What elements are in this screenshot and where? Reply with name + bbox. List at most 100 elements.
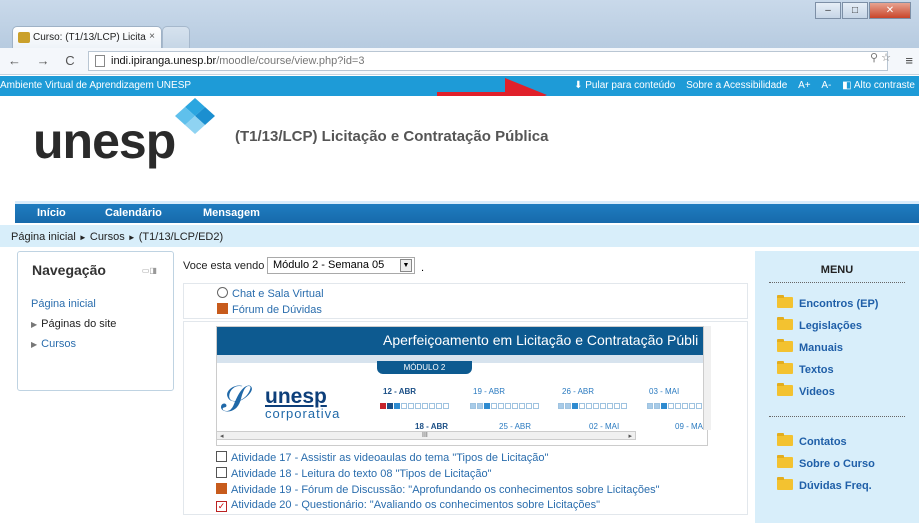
nav-home-link[interactable]: Página inicial — [31, 298, 96, 310]
minimize-icon[interactable]: – — [815, 2, 841, 19]
window-close-icon[interactable]: ✕ — [869, 2, 911, 19]
week-select[interactable]: Módulo 2 - Semana 05 ▼ — [267, 257, 415, 274]
menu-item-legislacoes[interactable]: Legislações — [777, 317, 862, 332]
unesp-logo-mark-icon — [175, 98, 215, 134]
url-input[interactable]: indi.ipiranga.unesp.br/moodle/course/vie… — [88, 51, 888, 71]
folder-icon — [777, 317, 793, 330]
chat-icon — [217, 287, 228, 298]
date-top: 12 - ABR — [383, 387, 417, 396]
activity-17-link[interactable]: Atividade 17 - Assistir as videoaulas do… — [216, 451, 548, 464]
navigation-block: Navegação ▭◨ Página inicial ▶ Páginas do … — [17, 251, 174, 391]
menu-item-encontros[interactable]: Encontros (EP) — [777, 295, 878, 310]
breadcrumb-course[interactable]: (T1/13/LCP/ED2) — [139, 231, 223, 243]
chat-link[interactable]: Chat e Sala Virtual — [217, 287, 324, 300]
document-icon — [216, 467, 227, 478]
folder-icon — [777, 295, 793, 308]
page-icon — [95, 55, 105, 67]
progress-boxes — [470, 403, 540, 409]
banner-title: Aperfeiçoamento em Licitação e Contrataç… — [217, 327, 707, 355]
folder-icon — [777, 477, 793, 490]
browser-tab[interactable]: Curso: (T1/13/LCP) Licita × — [12, 26, 162, 48]
main-navigation: Início Calendário Mensagem — [15, 201, 919, 223]
banner-logo-sub: corporativa — [265, 406, 341, 421]
high-contrast-button[interactable]: ◧ Alto contraste — [842, 80, 915, 91]
url-path: /moodle/course/view.php?id=3 — [216, 55, 365, 67]
new-tab-button[interactable] — [162, 26, 190, 48]
menu-item-videos[interactable]: Videos — [777, 383, 835, 398]
course-banner: Aperfeiçoamento em Licitação e Contrataç… — [216, 326, 708, 446]
corporate-swirl-icon: 𝒮 — [221, 379, 249, 420]
browser-titlebar: Curso: (T1/13/LCP) Licita × – □ ✕ — [0, 0, 919, 48]
folder-icon — [777, 361, 793, 374]
week-select-value: Módulo 2 - Semana 05 — [273, 259, 385, 271]
menu-item-textos[interactable]: Textos — [777, 361, 834, 376]
folder-icon — [777, 383, 793, 396]
viewing-dot: . — [421, 262, 425, 274]
nav-calendario[interactable]: Calendário — [105, 207, 162, 219]
banner-horizontal-scrollbar[interactable]: ◂ III ▸ — [216, 431, 636, 440]
document-icon — [216, 451, 227, 462]
menu-item-sobre[interactable]: Sobre o Curso — [777, 455, 875, 470]
scroll-left-icon[interactable]: ◂ — [220, 432, 224, 440]
browser-menu-icon[interactable]: ≡ — [905, 53, 913, 68]
back-forward-reload-icons[interactable]: ← → C — [8, 53, 81, 68]
expand-triangle-icon: ▶ — [31, 320, 38, 329]
window-controls: – □ ✕ — [814, 2, 911, 19]
folder-icon — [777, 339, 793, 352]
date-top: 19 - ABR — [473, 387, 506, 396]
nav-site-pages[interactable]: ▶ Páginas do site — [31, 318, 116, 330]
course-menu-block: MENU Encontros (EP) Legislações Manuais … — [755, 251, 919, 523]
breadcrumb: Página inicial ► Cursos ► (T1/13/LCP/ED2… — [0, 225, 919, 247]
menu-divider — [769, 416, 905, 417]
nav-courses[interactable]: ▶ Cursos — [31, 338, 76, 350]
activity-20-link[interactable]: ✓ Atividade 20 - Questionário: "Avaliando… — [216, 499, 600, 512]
font-increase-button[interactable]: A+ — [798, 80, 811, 91]
dropdown-arrow-icon[interactable]: ▼ — [400, 259, 412, 272]
skip-to-content-link[interactable]: ⬇ Pular para conteúdo — [574, 80, 675, 91]
zoom-star-icons[interactable]: ⚲ ☆ — [870, 51, 891, 64]
folder-icon — [777, 433, 793, 446]
viewing-label: Voce esta vendo — [183, 260, 265, 272]
progress-boxes — [380, 403, 450, 409]
progress-boxes — [558, 403, 628, 409]
nav-inicio[interactable]: Início — [37, 207, 66, 219]
site-header: unesp (T1/13/LCP) Licitação e Contrataçã… — [0, 96, 919, 201]
quiz-icon: ✓ — [216, 501, 227, 512]
url-host: indi.ipiranga.unesp.br — [111, 55, 217, 67]
forum-icon — [217, 303, 228, 314]
tab-title: Curso: (T1/13/LCP) Licita — [33, 32, 146, 43]
unesp-logo[interactable]: unesp — [33, 112, 176, 170]
font-decrease-button[interactable]: A- — [821, 80, 831, 91]
breadcrumb-home[interactable]: Página inicial — [11, 231, 76, 243]
progress-boxes — [647, 403, 703, 409]
breadcrumb-separator-icon: ► — [127, 233, 136, 242]
scroll-thumb[interactable]: III — [422, 432, 428, 439]
breadcrumb-courses[interactable]: Cursos — [90, 231, 125, 243]
scroll-right-icon[interactable]: ▸ — [628, 432, 632, 440]
maximize-icon[interactable]: □ — [842, 2, 868, 19]
date-bottom: 09 - MA — [675, 422, 704, 431]
banner-vertical-scrollbar[interactable] — [703, 326, 711, 430]
expand-triangle-icon: ▶ — [31, 340, 38, 349]
moodle-favicon-icon — [18, 32, 30, 43]
block-controls-icon[interactable]: ▭◨ — [142, 266, 157, 275]
forum-link[interactable]: Fórum de Dúvidas — [217, 303, 322, 316]
date-top: 03 - MAI — [649, 387, 680, 396]
navigation-title: Navegação — [32, 262, 106, 278]
about-accessibility-link[interactable]: Sobre a Acessibilidade — [686, 80, 787, 91]
breadcrumb-separator-icon: ► — [78, 233, 87, 242]
tab-close-icon[interactable]: × — [149, 31, 155, 42]
date-bottom: 25 - ABR — [499, 422, 532, 431]
menu-title: MENU — [820, 264, 854, 276]
address-bar: ← → C indi.ipiranga.unesp.br/moodle/cour… — [0, 48, 919, 75]
menu-divider — [769, 282, 905, 283]
folder-icon — [777, 455, 793, 468]
activity-18-link[interactable]: Atividade 18 - Leitura do texto 08 "Tipo… — [216, 467, 492, 480]
section-general: Chat e Sala Virtual Fórum de Dúvidas — [183, 283, 748, 319]
menu-item-duvidas[interactable]: Dúvidas Freq. — [777, 477, 872, 492]
menu-item-contatos[interactable]: Contatos — [777, 433, 847, 448]
nav-mensagem[interactable]: Mensagem — [203, 207, 260, 219]
activity-19-link[interactable]: Atividade 19 - Fórum de Discussão: "Apro… — [216, 483, 659, 496]
menu-item-manuais[interactable]: Manuais — [777, 339, 843, 354]
course-title: (T1/13/LCP) Licitação e Contratação Públ… — [235, 128, 549, 145]
